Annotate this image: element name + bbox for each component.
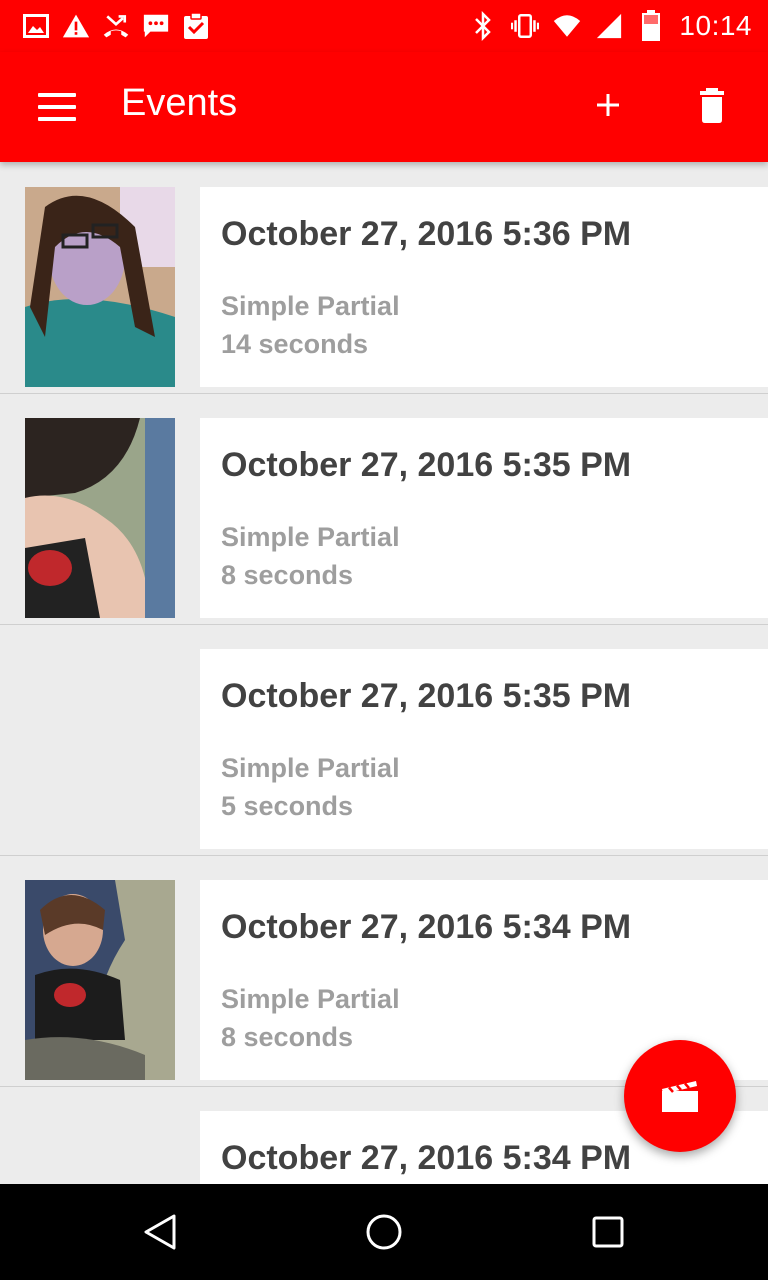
- event-row[interactable]: October 27, 2016 5:35 PM Simple Partial …: [0, 393, 768, 625]
- sms-icon: [142, 12, 170, 40]
- event-date: October 27, 2016 5:34 PM: [221, 908, 632, 946]
- status-clock: 10:14: [679, 10, 752, 41]
- plus-icon: [597, 94, 619, 116]
- event-card: October 27, 2016 5:35 PM Simple Partial …: [200, 418, 768, 618]
- event-thumbnail: [25, 418, 175, 618]
- image-icon: [22, 12, 50, 40]
- event-date: October 27, 2016 5:34 PM: [221, 1139, 632, 1177]
- event-list: October 27, 2016 5:36 PM Simple Partial …: [0, 162, 768, 1184]
- battery-icon: [637, 10, 665, 41]
- missed-call-icon: [102, 12, 130, 40]
- recents-icon: [592, 1216, 624, 1248]
- event-row[interactable]: October 27, 2016 5:36 PM Simple Partial …: [0, 162, 768, 394]
- clapperboard-icon: [662, 1081, 698, 1112]
- clipboard-check-icon: [182, 12, 210, 40]
- home-button[interactable]: [364, 1212, 404, 1252]
- event-type: Simple Partial: [221, 522, 400, 552]
- event-date: October 27, 2016 5:35 PM: [221, 446, 632, 484]
- event-card: October 27, 2016 5:36 PM Simple Partial …: [200, 187, 768, 387]
- event-date: October 27, 2016 5:35 PM: [221, 677, 632, 715]
- event-thumbnail: [25, 880, 175, 1080]
- event-duration: 5 seconds: [221, 791, 354, 821]
- navigation-bar: [0, 1184, 768, 1280]
- event-row[interactable]: October 27, 2016 5:35 PM Simple Partial …: [0, 624, 768, 856]
- event-duration: 14 seconds: [221, 329, 369, 359]
- delete-button[interactable]: [692, 84, 732, 128]
- status-bar: 10:14: [0, 0, 768, 52]
- back-button[interactable]: [140, 1212, 180, 1252]
- menu-button[interactable]: [34, 87, 78, 127]
- bluetooth-icon: [469, 11, 497, 41]
- record-fab[interactable]: [624, 1040, 736, 1152]
- event-type: Simple Partial: [221, 291, 400, 321]
- event-duration: 8 seconds: [221, 1022, 354, 1052]
- home-icon: [366, 1214, 402, 1250]
- menu-icon: [38, 93, 76, 97]
- event-type: Simple Partial: [221, 984, 400, 1014]
- back-icon: [144, 1214, 176, 1250]
- event-date: October 27, 2016 5:36 PM: [221, 215, 632, 253]
- app-bar: Events: [0, 52, 768, 162]
- event-duration: 8 seconds: [221, 560, 354, 590]
- trash-icon: [700, 88, 724, 123]
- vibrate-icon: [511, 12, 540, 40]
- warning-icon: [62, 12, 90, 40]
- event-type: Simple Partial: [221, 753, 400, 783]
- event-card: October 27, 2016 5:35 PM Simple Partial …: [200, 649, 768, 849]
- add-button[interactable]: [588, 85, 628, 125]
- page-title: Events: [121, 82, 238, 124]
- wifi-icon: [553, 12, 581, 40]
- event-thumbnail: [25, 187, 175, 387]
- cell-signal-icon: [595, 12, 623, 40]
- recents-button[interactable]: [588, 1212, 628, 1252]
